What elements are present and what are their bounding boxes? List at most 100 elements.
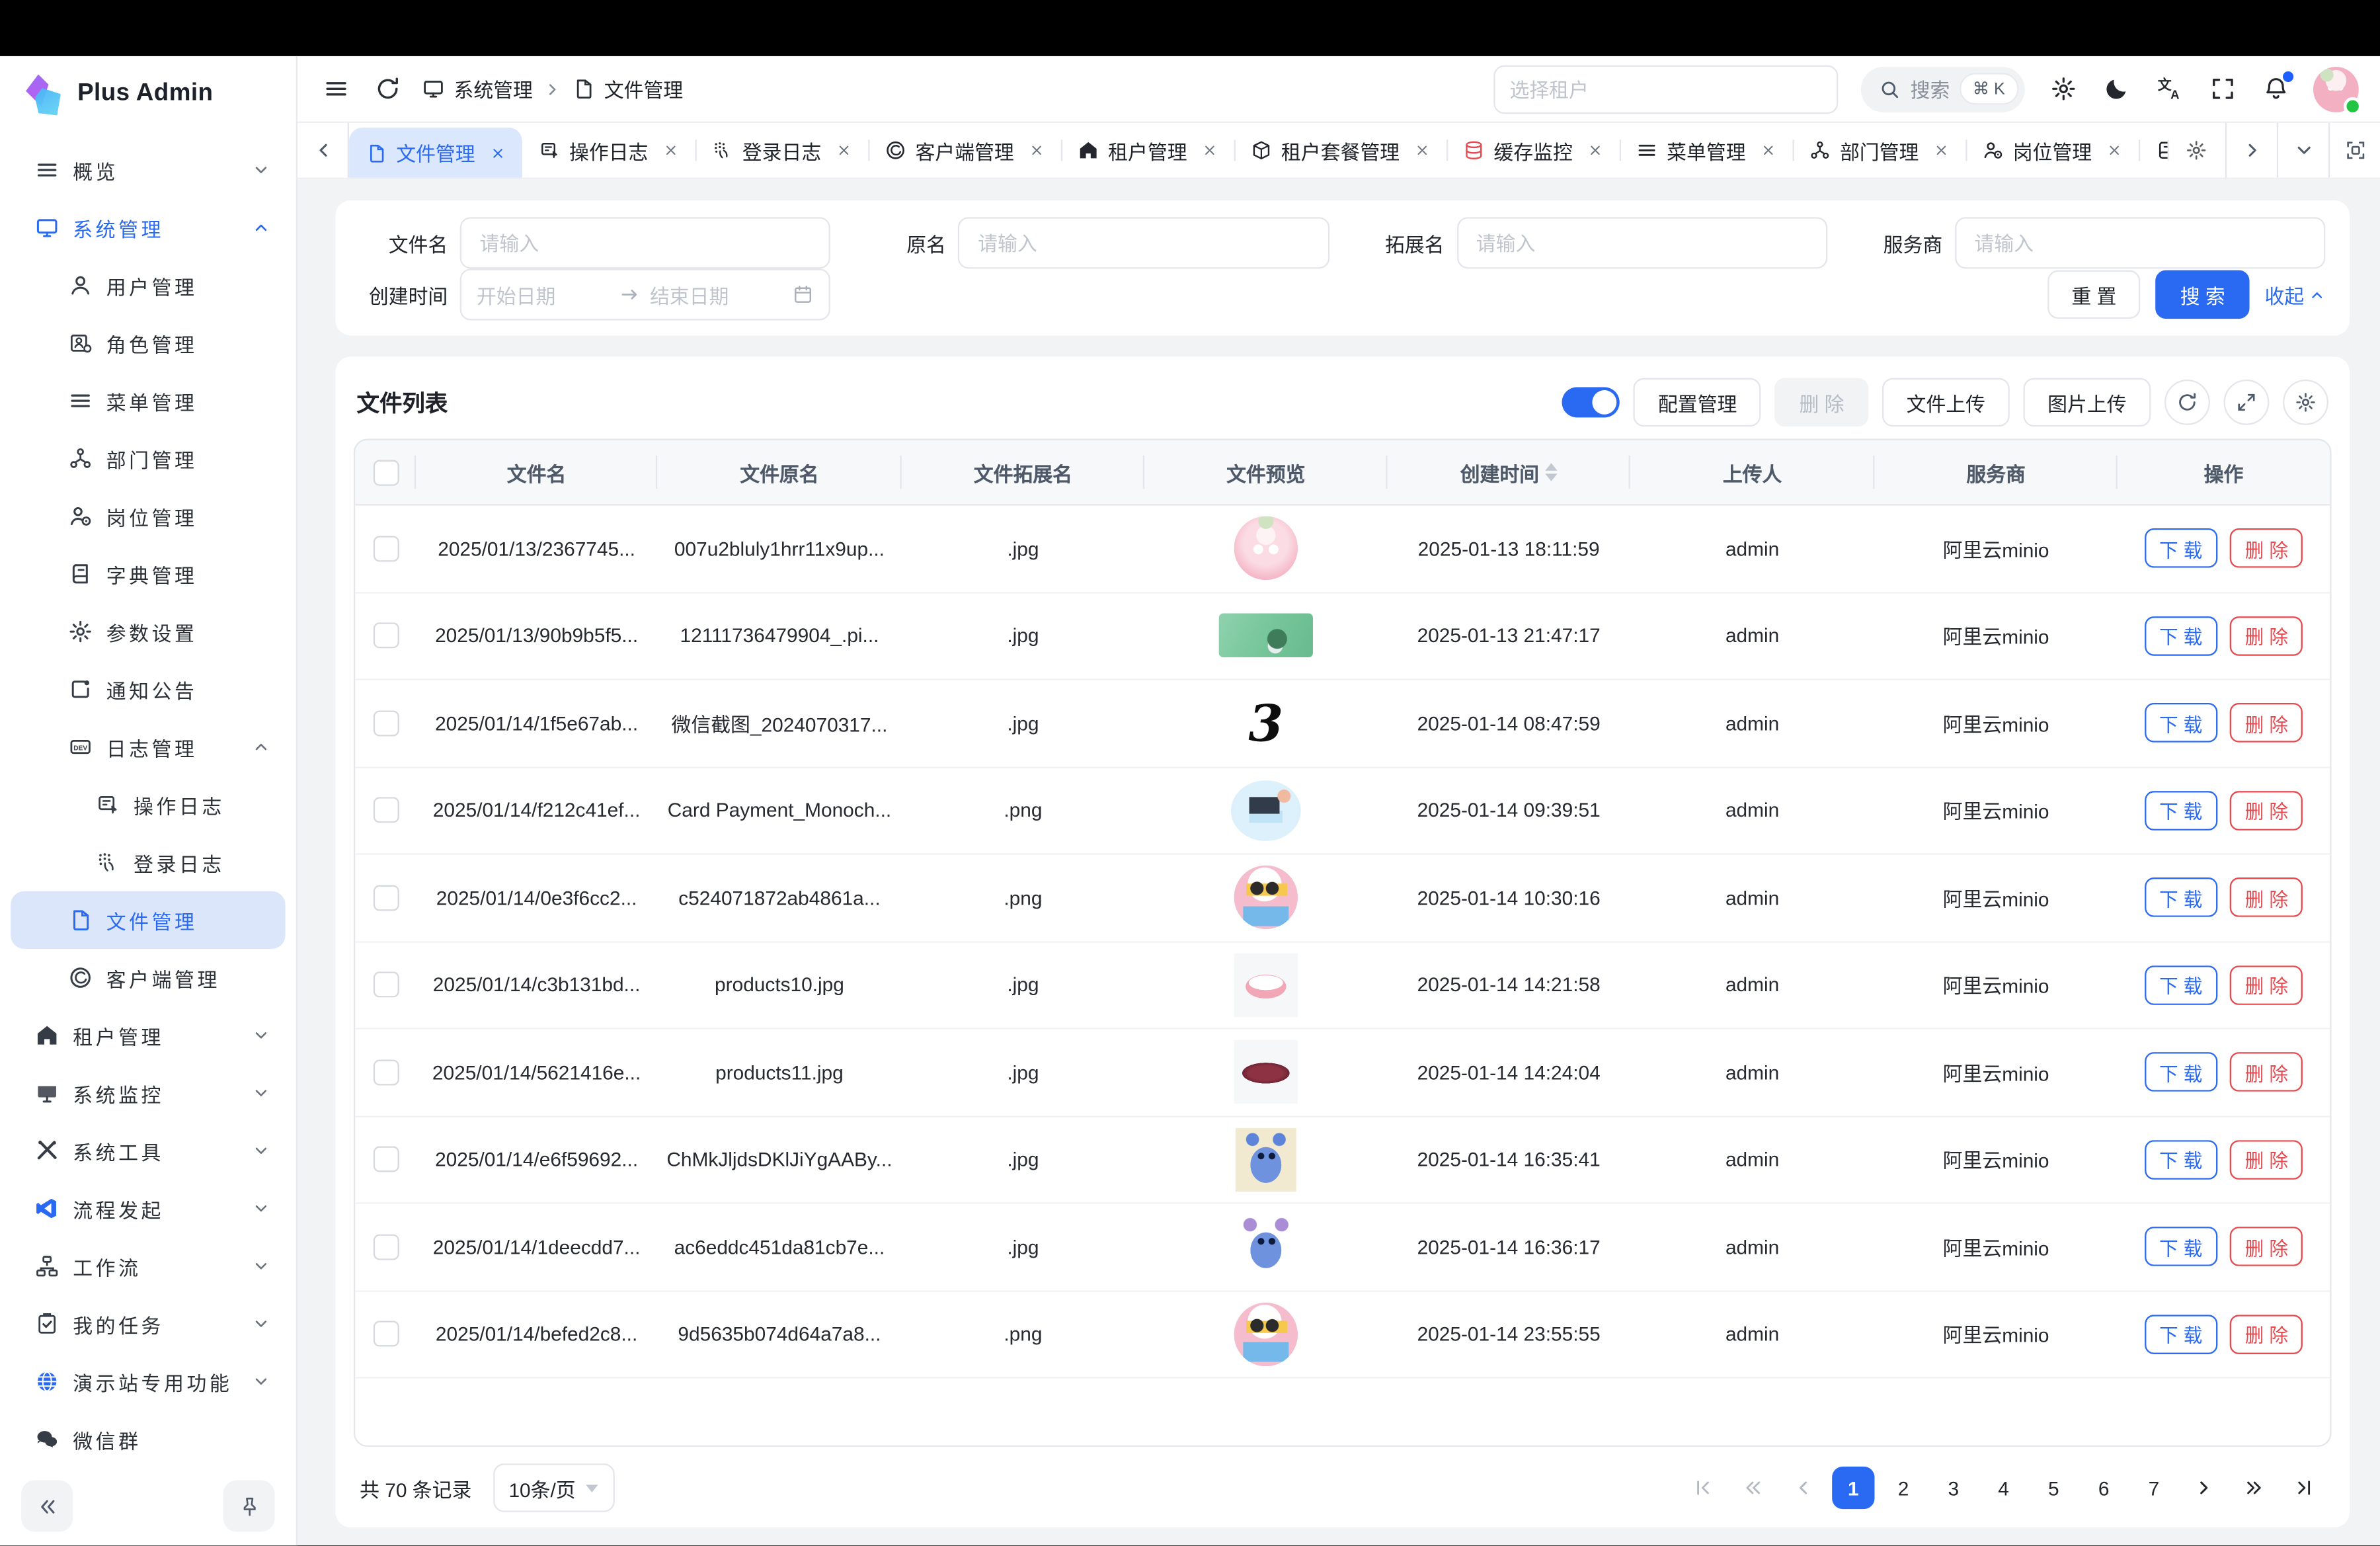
download-button[interactable]: 下 载 — [2144, 616, 2217, 656]
column-header[interactable]: 操作 — [2118, 440, 2330, 504]
refresh-table-button[interactable] — [2164, 380, 2210, 425]
filter-input[interactable] — [1456, 217, 1827, 268]
sidebar-item[interactable]: 参数设置 — [11, 602, 286, 660]
delete-button[interactable]: 删 除 — [1775, 378, 1868, 427]
close-icon[interactable] — [1588, 143, 1603, 158]
next-page-button[interactable] — [2183, 1467, 2225, 1510]
sidebar-item[interactable]: 微信群 — [11, 1410, 286, 1467]
page-number-button[interactable]: 3 — [1932, 1467, 1975, 1510]
file-preview-image[interactable] — [1219, 614, 1313, 658]
first-page-button[interactable] — [1682, 1467, 1724, 1510]
tab[interactable]: 租户套餐管理 — [1234, 123, 1447, 178]
sidebar-item[interactable]: 登录日志 — [11, 833, 286, 891]
date-range-input[interactable]: 开始日期 结束日期 — [460, 268, 831, 320]
global-search-button[interactable]: 搜索 ⌘ K — [1860, 66, 2025, 112]
download-button[interactable]: 下 载 — [2144, 529, 2217, 569]
prev-page-button[interactable] — [1782, 1467, 1824, 1510]
close-icon[interactable] — [1934, 143, 1949, 158]
column-header[interactable]: 文件名 — [416, 440, 657, 504]
file-preview-image[interactable] — [1234, 1040, 1298, 1104]
download-button[interactable]: 下 载 — [2144, 878, 2217, 918]
close-icon[interactable] — [1415, 143, 1430, 158]
tabs-scroll-right-button[interactable] — [2225, 123, 2277, 178]
file-preview-image[interactable] — [1234, 1302, 1298, 1365]
sidebar-item[interactable]: 角色管理 — [11, 314, 286, 372]
tab[interactable]: 缓存监控 — [1447, 123, 1620, 178]
download-button[interactable]: 下 载 — [2144, 704, 2217, 743]
sidebar-item[interactable]: 租户管理 — [11, 1006, 286, 1064]
close-icon[interactable] — [491, 145, 506, 160]
close-icon[interactable] — [836, 143, 852, 158]
row-checkbox[interactable] — [373, 885, 399, 911]
row-delete-button[interactable]: 删 除 — [2230, 1227, 2303, 1267]
sidebar-item[interactable]: 用户管理 — [11, 257, 286, 314]
column-header[interactable]: 文件原名 — [657, 440, 902, 504]
row-delete-button[interactable]: 删 除 — [2230, 791, 2303, 831]
page-number-button[interactable]: 6 — [2082, 1467, 2125, 1510]
row-checkbox[interactable] — [373, 972, 399, 998]
tenant-select-input[interactable]: 选择租户 — [1493, 65, 1837, 113]
table-settings-button[interactable] — [2283, 380, 2328, 425]
download-button[interactable]: 下 载 — [2144, 1140, 2217, 1180]
sidebar-item[interactable]: 系统工具 — [11, 1122, 286, 1180]
last-page-button[interactable] — [2283, 1467, 2325, 1510]
tabs-menu-button[interactable] — [2277, 123, 2328, 178]
expand-table-button[interactable] — [2224, 380, 2270, 425]
row-delete-button[interactable]: 删 除 — [2230, 1053, 2303, 1092]
tab[interactable]: 菜单管理 — [1620, 123, 1793, 178]
row-delete-button[interactable]: 删 除 — [2230, 1140, 2303, 1180]
sidebar-item[interactable]: 岗位管理 — [11, 487, 286, 545]
sidebar-item[interactable]: 系统管理 — [11, 199, 286, 257]
download-button[interactable]: 下 载 — [2144, 965, 2217, 1005]
close-icon[interactable] — [1761, 143, 1776, 158]
sidebar-item[interactable]: 通知公告 — [11, 661, 286, 718]
sidebar-collapse-button[interactable] — [21, 1481, 73, 1532]
sidebar-item[interactable]: DEV 日志管理 — [11, 718, 286, 776]
tab[interactable]: 客户端管理 — [868, 123, 1061, 178]
tab[interactable]: 登录日志 — [695, 123, 869, 178]
forward-10-pages-button[interactable] — [2233, 1467, 2275, 1510]
menu-toggle-button[interactable] — [319, 72, 352, 106]
breadcrumb-item[interactable]: 系统管理 — [422, 75, 533, 104]
file-preview-image[interactable] — [1234, 516, 1298, 580]
user-avatar[interactable] — [2313, 66, 2359, 112]
sidebar-pin-button[interactable] — [223, 1481, 275, 1532]
page-number-button[interactable]: 1 — [1832, 1467, 1874, 1510]
config-manage-button[interactable]: 配置管理 — [1634, 378, 1761, 427]
tabs-scroll-left-button[interactable] — [298, 123, 349, 178]
sidebar-item[interactable]: 文件管理 — [11, 891, 286, 949]
file-preview-image[interactable] — [1236, 1215, 1296, 1278]
tab-overflow-partial[interactable] — [2168, 123, 2225, 178]
row-checkbox[interactable] — [373, 1321, 399, 1347]
download-button[interactable]: 下 载 — [2144, 1227, 2217, 1267]
row-delete-button[interactable]: 删 除 — [2230, 965, 2303, 1005]
language-button[interactable]: 文A — [2154, 73, 2184, 104]
sidebar-item[interactable]: 演示站专用功能 — [11, 1353, 286, 1410]
row-delete-button[interactable]: 删 除 — [2230, 704, 2303, 743]
file-preview-image[interactable] — [1234, 866, 1298, 929]
download-button[interactable]: 下 载 — [2144, 1053, 2217, 1092]
file-preview-image[interactable] — [1236, 1127, 1296, 1191]
row-checkbox[interactable] — [373, 797, 399, 823]
tab[interactable]: 租户管理 — [1061, 123, 1234, 178]
close-icon[interactable] — [1203, 143, 1218, 158]
row-checkbox[interactable] — [373, 623, 399, 649]
row-checkbox[interactable] — [373, 1234, 399, 1260]
sidebar-item[interactable]: 流程发起 — [11, 1180, 286, 1237]
file-upload-button[interactable]: 文件上传 — [1882, 378, 2010, 427]
column-header[interactable]: 创建时间 — [1387, 440, 1630, 504]
close-icon[interactable] — [1029, 143, 1045, 158]
refresh-page-button[interactable] — [370, 72, 404, 106]
sidebar-item[interactable]: 操作日志 — [11, 776, 286, 833]
sidebar-item[interactable]: 部门管理 — [11, 430, 286, 487]
tab[interactable]: 文件管理 — [349, 128, 522, 178]
filter-input[interactable] — [460, 217, 831, 268]
sidebar-item[interactable]: 概览 — [11, 142, 286, 199]
sidebar-item[interactable]: 菜单管理 — [11, 372, 286, 430]
image-upload-button[interactable]: 图片上传 — [2023, 378, 2151, 427]
row-checkbox[interactable] — [373, 1059, 399, 1085]
close-icon[interactable] — [663, 143, 678, 158]
select-all-checkbox[interactable] — [373, 460, 399, 485]
back-10-pages-button[interactable] — [1732, 1467, 1774, 1510]
row-delete-button[interactable]: 删 除 — [2230, 529, 2303, 569]
